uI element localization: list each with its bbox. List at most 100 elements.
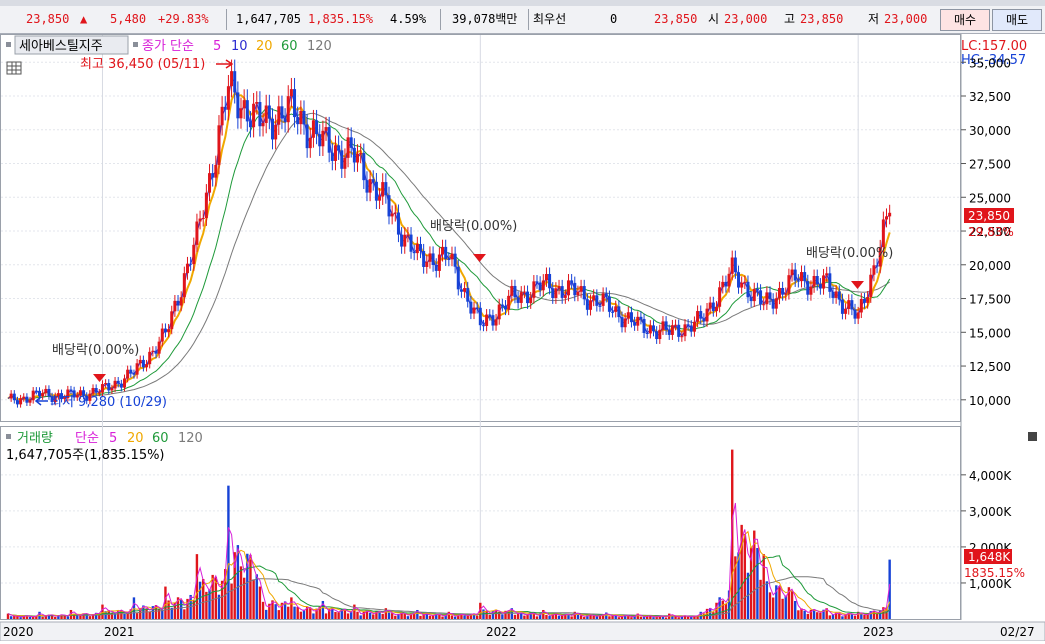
candle-body [551,288,555,298]
stock-name: 세아베스틸지주 [19,39,103,54]
candle-body [548,274,552,289]
candle-body [236,92,240,119]
volume-bar [800,608,803,619]
volume-bar [819,612,822,619]
volume-bar [863,614,866,619]
volume-bar [664,617,668,619]
candle-body [9,393,13,399]
candle-body [636,316,640,326]
candle-body [642,318,646,333]
candle-body [844,308,848,314]
candle-body [834,291,838,298]
chart-area[interactable]: 세아베스틸지주 종가 단순 5 10 20 60 120 최고 36,450 (… [0,34,1045,642]
divider [528,9,529,30]
candle-body [787,275,791,294]
low-note: 최저 9,280 (10/29) [50,395,167,410]
price-tick-label: 32,500 [969,90,1011,104]
candle-body [141,359,145,368]
current-volume-tag: 1,648K [968,550,1011,564]
candle-body [327,127,331,153]
candle-body [793,269,797,281]
volume-bar [778,586,781,619]
candle-body [519,292,523,303]
volume-bar [781,598,784,619]
candle-body [195,221,199,245]
volume-bar [570,616,573,619]
candle-body [270,118,274,140]
candle-body [774,298,778,309]
candle-body [705,308,709,322]
candle-body [629,312,633,323]
maximize-icon[interactable] [1028,432,1037,441]
candle-body [809,286,813,295]
volume-bar [630,617,633,619]
lc-label: LC:157.00 [961,39,1027,54]
date-label-2022: 2022 [486,625,517,639]
volume-bar [265,609,268,619]
volume-bar [123,613,126,619]
candle-body [94,388,98,393]
candle-body [777,287,781,299]
candle-body [497,304,501,320]
candle-body [554,288,558,298]
candle-body [692,321,696,332]
up-arrow-icon: ▲ [80,12,88,26]
candle-body [633,322,637,326]
volume-bar [450,615,454,619]
candle-body [352,147,356,163]
volume-bar [63,615,66,619]
candle-body [217,125,221,165]
candle-body [110,388,114,391]
volume-title: 거래량 [17,431,53,446]
current-price: 23,850 [26,12,70,26]
sell-button[interactable]: 매도 [992,9,1042,31]
panel-toggle-icon[interactable] [6,42,11,47]
candle-body [456,266,460,290]
ma-toggle-icon[interactable] [133,42,138,47]
volume-bar [337,612,340,619]
candle-body [714,306,718,312]
stock-chart-svg[interactable]: 세아베스틸지주 종가 단순 5 10 20 60 120 최고 36,450 (… [0,34,1045,642]
volume-bar [756,548,759,619]
ma120-label: 120 [307,39,332,54]
volume-bar [356,611,359,619]
volume-bar [324,613,328,619]
volume-bar [576,614,580,619]
candle-body [781,287,785,295]
candle-body [472,307,476,314]
low-price: 23,000 [884,12,928,26]
candle-body [37,390,41,397]
candle-body [488,314,492,316]
candle-body [113,380,117,389]
candle-body [340,150,344,169]
price-tick-label: 27,500 [969,158,1011,172]
candle-body [324,127,328,131]
candle-body [614,306,618,312]
candle-body [847,300,851,309]
buy-button[interactable]: 매수 [940,9,990,31]
date-label-2020: 2020 [3,625,34,639]
candle-body [469,301,473,314]
candle-body [274,124,278,140]
candle-body [507,295,511,310]
candle-body [374,181,378,201]
volume-bar [762,554,765,619]
candle-body [529,297,533,304]
volume-bar [274,604,277,619]
candle-body [557,286,561,289]
candle-body [28,400,32,403]
candle-body [185,263,189,274]
table-icon[interactable] [6,61,22,75]
candle-body [261,123,265,127]
candle-body [721,281,725,288]
candle-body [91,388,95,394]
volume-toggle-icon[interactable] [6,434,11,439]
candle-body [485,314,489,327]
candle-body [315,120,319,135]
candle-body [670,325,674,335]
volume-bar [592,615,595,619]
volume-bar [16,616,19,619]
candle-body [211,173,215,178]
candle-body [743,281,747,283]
candle-body [362,153,366,181]
